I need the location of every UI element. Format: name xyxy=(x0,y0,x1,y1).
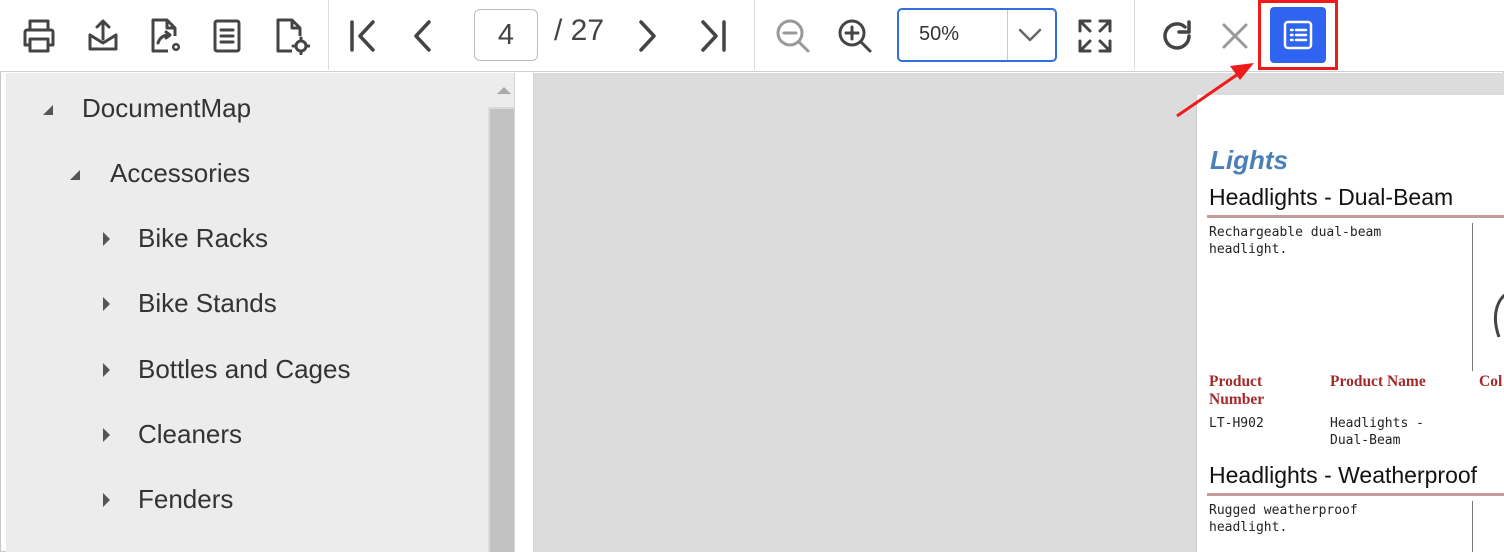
column-header-product-name: Product Name xyxy=(1330,373,1426,390)
report-viewer-area: Lights Headlights - Dual-Beam Rechargeab… xyxy=(534,73,1504,552)
fit-page-icon xyxy=(1076,17,1114,55)
category-title: Lights xyxy=(1210,145,1288,175)
chevron-down-icon[interactable] xyxy=(1017,24,1043,50)
zoom-in-button[interactable] xyxy=(830,10,880,62)
document-map-panel: DocumentMap Accessories Bike Racks Bike … xyxy=(6,73,520,552)
toolbar-separator xyxy=(754,0,755,70)
last-page-icon xyxy=(696,19,730,53)
current-page-input[interactable]: 4 xyxy=(474,9,538,61)
document-settings-button[interactable] xyxy=(266,10,316,62)
tree-node-item[interactable]: Bike Stands xyxy=(138,288,277,319)
zoom-in-icon xyxy=(837,18,873,54)
tree-node-item[interactable]: Bike Racks xyxy=(138,223,268,254)
zoom-dropdown[interactable]: 50% xyxy=(897,8,1057,62)
product-title: Headlights - Weatherproof xyxy=(1209,462,1478,488)
panel-splitter[interactable] xyxy=(514,73,534,552)
expand-icon[interactable] xyxy=(102,296,111,316)
tree-node-item[interactable]: Cleaners xyxy=(138,419,242,450)
previous-page-icon xyxy=(411,19,435,53)
collapse-icon[interactable] xyxy=(42,101,54,120)
tree-node-root[interactable]: DocumentMap xyxy=(82,93,251,124)
product-description: Rugged weatherproof headlight. xyxy=(1209,503,1358,535)
tree-node-item[interactable]: Fenders xyxy=(138,484,233,515)
print-button[interactable] xyxy=(14,10,64,62)
expand-icon[interactable] xyxy=(102,427,111,447)
title-rule xyxy=(1207,493,1504,496)
image-border xyxy=(1472,501,1473,552)
expand-icon[interactable] xyxy=(102,362,111,382)
document-settings-icon xyxy=(272,17,310,55)
refresh-button[interactable] xyxy=(1152,10,1202,62)
product-image xyxy=(1494,294,1504,338)
stop-icon xyxy=(1220,21,1250,51)
page-setup-icon xyxy=(146,17,184,55)
column-header-color: Col xyxy=(1479,373,1503,390)
report-page: Lights Headlights - Dual-Beam Rechargeab… xyxy=(1196,95,1504,552)
product-title: Headlights - Dual-Beam xyxy=(1209,184,1454,210)
export-icon xyxy=(84,17,122,55)
next-page-button[interactable] xyxy=(622,10,672,62)
expand-icon[interactable] xyxy=(102,492,111,512)
page-total-label: / 27 xyxy=(554,14,605,47)
last-page-button[interactable] xyxy=(688,10,738,62)
cell-product-number: LT-H902 xyxy=(1209,416,1264,431)
document-map-toggle-button[interactable] xyxy=(1258,0,1338,70)
print-layout-button[interactable] xyxy=(202,10,252,62)
refresh-icon xyxy=(1158,17,1196,55)
fit-page-button[interactable] xyxy=(1070,10,1120,62)
tree-node-item[interactable]: Bottles and Cages xyxy=(138,354,350,385)
print-layout-icon xyxy=(212,18,242,54)
cell-product-name: Headlights - Dual-Beam xyxy=(1330,416,1424,448)
export-button[interactable] xyxy=(78,10,128,62)
zoom-out-icon xyxy=(775,18,811,54)
zoom-value: 50% xyxy=(919,23,960,45)
previous-page-button[interactable] xyxy=(398,10,448,62)
collapse-icon[interactable] xyxy=(69,166,81,185)
image-border xyxy=(1472,223,1473,371)
product-description: Rechargeable dual-beam headlight. xyxy=(1209,225,1382,257)
zoom-out-button[interactable] xyxy=(768,10,818,62)
toolbar-separator xyxy=(1134,0,1135,70)
document-map-icon xyxy=(1270,7,1326,63)
column-header-product-number: Product Number xyxy=(1209,373,1265,408)
first-page-icon xyxy=(346,19,380,53)
next-page-icon xyxy=(635,19,659,53)
zoom-divider xyxy=(1007,10,1008,60)
toolbar-separator xyxy=(328,0,329,70)
stop-button[interactable] xyxy=(1210,10,1260,62)
expand-icon[interactable] xyxy=(102,231,111,251)
page-setup-button[interactable] xyxy=(140,10,190,62)
title-rule xyxy=(1207,215,1504,218)
toolbar: 4 / 27 50% xyxy=(0,0,1504,72)
first-page-button[interactable] xyxy=(338,10,388,62)
tree-node-category[interactable]: Accessories xyxy=(110,158,250,189)
print-icon xyxy=(21,18,57,54)
